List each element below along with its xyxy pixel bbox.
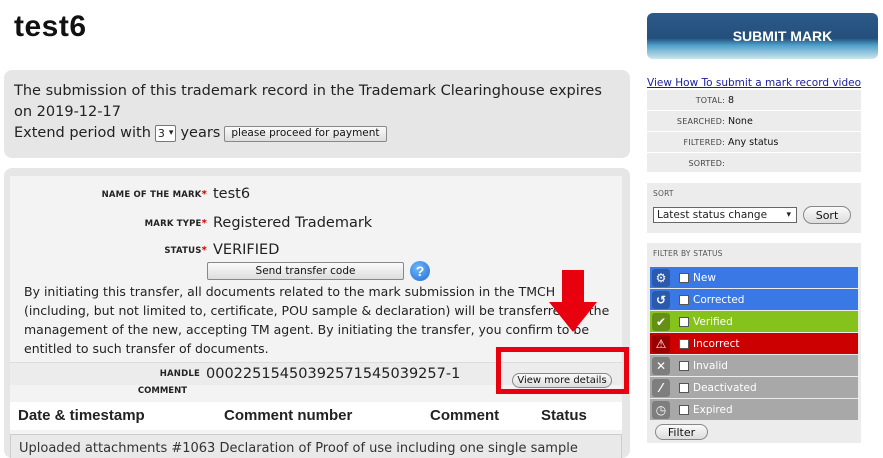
status-filter-corrected[interactable]: ↺ Corrected (650, 289, 858, 310)
mark-details-panel: NAME OF THE MARK* test6 MARK TYPE* Regis… (4, 168, 630, 458)
status-label: STATUS (164, 245, 202, 256)
check-icon: ✔ (652, 312, 670, 331)
years-select[interactable]: 3 ▾ (154, 125, 177, 142)
sort-button[interactable]: Sort (803, 206, 851, 224)
status-checkbox[interactable] (679, 316, 689, 327)
status-filter-incorrect[interactable]: ⚠ Incorrect (650, 333, 858, 354)
filter-panel: FILTER BY STATUS ⚙ New ↺ Corrected ✔ Verified… (647, 243, 861, 443)
extend-suffix: years (180, 125, 221, 141)
status-row: STATUS* VERIFIED (164, 242, 280, 258)
status-checkbox[interactable] (679, 338, 689, 349)
gear-icon: ⚙ (652, 268, 670, 287)
sort-select-value: Latest status change (657, 209, 768, 221)
extend-prefix: Extend period with (14, 125, 151, 141)
status-checkbox[interactable] (679, 272, 689, 283)
status-value: VERIFIED (213, 242, 280, 258)
comments-table-header: Date & timestamp Comment number Comment … (10, 402, 622, 430)
stat-sorted: SORTED: (647, 153, 861, 174)
mark-name-label: NAME OF THE MARK (101, 189, 202, 200)
filter-title: FILTER BY STATUS (653, 249, 723, 258)
status-label: Corrected (693, 293, 745, 306)
chevron-down-icon: ▾ (786, 210, 791, 220)
stats-panel: TOTAL: 8 SEARCHED: None FILTERED: Any st… (647, 90, 861, 174)
expiry-notice: The submission of this trademark record … (4, 70, 630, 158)
status-checkbox[interactable] (679, 382, 689, 393)
mark-name-row: NAME OF THE MARK* test6 (101, 186, 251, 202)
help-icon[interactable]: ? (410, 261, 430, 281)
send-transfer-code-button[interactable]: Send transfer code (207, 262, 404, 280)
column-header: Date & timestamp (18, 407, 145, 424)
chevron-down-icon: ▾ (168, 128, 174, 138)
submit-mark-button[interactable]: SUBMIT MARK (647, 13, 878, 59)
status-label: Invalid (693, 359, 728, 372)
years-select-value: 3 (157, 127, 165, 140)
status-filter-deactivated[interactable]: ⁄ Deactivated (650, 377, 858, 398)
status-filter-verified[interactable]: ✔ Verified (650, 311, 858, 332)
slash-icon: ⁄ (652, 378, 670, 397)
sort-select[interactable]: Latest status change ▾ (653, 207, 797, 223)
status-checkbox[interactable] (679, 404, 689, 415)
warning-icon: ⚠ (652, 334, 670, 353)
status-label: Expired (693, 403, 733, 416)
status-label: Verified (693, 315, 733, 328)
status-filter-expired[interactable]: ◷ Expired (650, 399, 858, 420)
clock-icon: ◷ (652, 400, 670, 419)
table-row: Uploaded attachments #1063 Declaration o… (10, 434, 622, 458)
comment-label: COMMENT (137, 386, 187, 396)
mark-type-label: MARK TYPE (144, 218, 202, 229)
proceed-payment-button[interactable]: please proceed for payment (224, 125, 387, 142)
page-title: test6 (14, 10, 87, 43)
undo-icon: ↺ (652, 290, 670, 309)
filter-button[interactable]: Filter (655, 424, 708, 440)
status-checkbox[interactable] (679, 294, 689, 305)
stat-total: TOTAL: 8 (647, 90, 861, 111)
stat-searched: SEARCHED: None (647, 111, 861, 132)
x-icon: ✕ (652, 356, 670, 375)
status-filter-new[interactable]: ⚙ New (650, 267, 858, 288)
sort-title: SORT (653, 189, 674, 198)
annotation-arrow-icon (549, 270, 597, 332)
handle-value: 000225154503925715450392​57-1 (206, 366, 461, 382)
column-header: Comment number (224, 407, 353, 424)
column-header: Status (541, 407, 587, 424)
column-header: Comment (430, 407, 500, 424)
sort-panel: SORT Latest status change ▾ Sort (647, 183, 861, 233)
status-label: Incorrect (693, 337, 740, 350)
mark-type-value: Registered Trademark (213, 215, 373, 231)
annotation-highlight-box (496, 347, 629, 394)
expiry-text: The submission of this trademark record … (14, 83, 602, 120)
mark-name-value: test6 (213, 186, 251, 202)
status-checkbox[interactable] (679, 360, 689, 371)
status-label: Deactivated (693, 381, 757, 394)
handle-label: HANDLE (159, 369, 200, 379)
status-label: New (693, 271, 716, 284)
video-link[interactable]: View How To submit a mark record video (647, 77, 861, 89)
status-filter-invalid[interactable]: ✕ Invalid (650, 355, 858, 376)
mark-type-row: MARK TYPE* Registered Trademark (144, 215, 373, 231)
stat-filtered: FILTERED: Any status (647, 132, 861, 153)
